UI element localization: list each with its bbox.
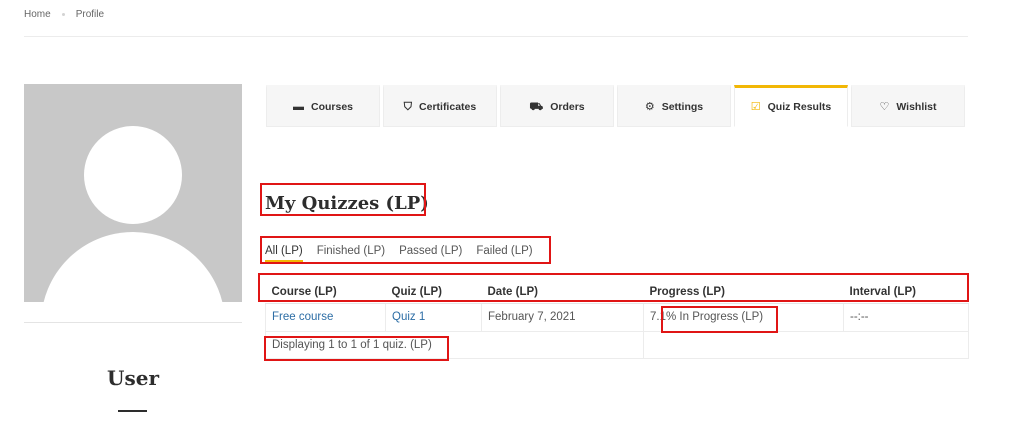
avatar bbox=[24, 84, 242, 302]
quiz-interval: --:-- bbox=[843, 302, 969, 332]
tab-label: Wishlist bbox=[896, 101, 937, 113]
profile-name-underline bbox=[118, 410, 147, 412]
column-header-progress: Progress (LP) bbox=[643, 282, 844, 304]
quiz-results-table: Course (LP) Quiz (LP) Date (LP) Progress… bbox=[265, 282, 969, 359]
filter-passed[interactable]: Passed (LP) bbox=[399, 245, 462, 262]
tab-label: Certificates bbox=[419, 101, 477, 113]
table-footer-row: Displaying 1 to 1 of 1 quiz. (LP) bbox=[265, 330, 969, 359]
avatar-head-shape bbox=[84, 126, 182, 224]
filter-finished[interactable]: Finished (LP) bbox=[317, 245, 385, 262]
tab-wishlist[interactable]: ♡ Wishlist bbox=[851, 85, 965, 127]
quiz-filter-nav: All (LP) Finished (LP) Passed (LP) Faile… bbox=[265, 245, 547, 262]
column-header-date: Date (LP) bbox=[481, 282, 644, 304]
divider bbox=[24, 36, 968, 37]
tab-label: Quiz Results bbox=[767, 101, 832, 113]
breadcrumb: Home Profile bbox=[24, 9, 104, 20]
breadcrumb-home-link[interactable]: Home bbox=[24, 9, 51, 20]
column-header-interval: Interval (LP) bbox=[843, 282, 969, 304]
divider bbox=[24, 322, 242, 323]
book-icon: ▬ bbox=[292, 100, 304, 113]
page-title: My Quizzes (LP) bbox=[265, 193, 429, 214]
tab-quiz-results[interactable]: ☑ Quiz Results bbox=[734, 85, 848, 127]
breadcrumb-current: Profile bbox=[75, 9, 105, 20]
course-link[interactable]: Free course bbox=[265, 302, 386, 332]
avatar-body-shape bbox=[41, 232, 225, 302]
tab-label: Settings bbox=[661, 101, 704, 113]
quiz-date: February 7, 2021 bbox=[481, 302, 644, 332]
gear-icon: ⚙ bbox=[644, 100, 655, 113]
table-footer-empty-cell bbox=[643, 330, 969, 359]
table-row: Free course Quiz 1 February 7, 2021 7.1%… bbox=[265, 302, 969, 332]
results-count: Displaying 1 to 1 of 1 quiz. (LP) bbox=[265, 330, 644, 359]
tab-courses[interactable]: ▬ Courses bbox=[266, 85, 380, 127]
profile-tabs: ▬ Courses ⛉ Certificates ⛟ Orders ⚙ Sett… bbox=[266, 85, 965, 127]
tab-label: Orders bbox=[550, 101, 585, 113]
filter-failed[interactable]: Failed (LP) bbox=[476, 245, 532, 262]
column-header-quiz: Quiz (LP) bbox=[385, 282, 482, 304]
filter-all[interactable]: All (LP) bbox=[265, 245, 303, 262]
tab-settings[interactable]: ⚙ Settings bbox=[617, 85, 731, 127]
bookmark-icon: ⛉ bbox=[403, 100, 413, 113]
tab-certificates[interactable]: ⛉ Certificates bbox=[383, 85, 497, 127]
quiz-link[interactable]: Quiz 1 bbox=[385, 302, 482, 332]
check-square-icon: ☑ bbox=[750, 100, 761, 113]
cart-icon: ⛟ bbox=[529, 100, 544, 113]
quiz-progress: 7.1% In Progress (LP) bbox=[643, 302, 844, 332]
breadcrumb-separator bbox=[61, 13, 65, 16]
tab-label: Courses bbox=[310, 101, 353, 113]
profile-name: User bbox=[107, 366, 159, 390]
heart-icon: ♡ bbox=[879, 100, 890, 113]
tab-orders[interactable]: ⛟ Orders bbox=[500, 85, 614, 127]
column-header-course: Course (LP) bbox=[265, 282, 386, 304]
table-header-row: Course (LP) Quiz (LP) Date (LP) Progress… bbox=[265, 282, 969, 304]
